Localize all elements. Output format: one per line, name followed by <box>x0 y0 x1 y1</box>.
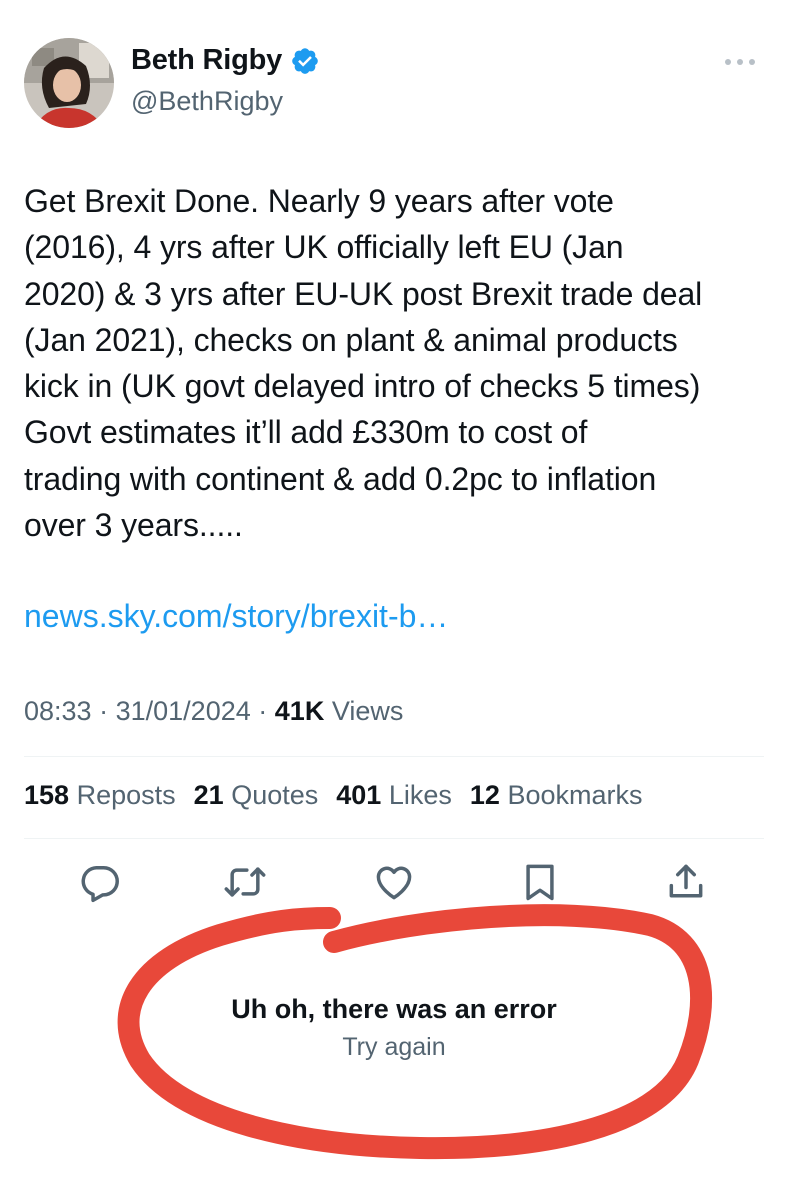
stat-label: Bookmarks <box>507 780 643 810</box>
share-icon[interactable] <box>664 860 708 904</box>
views-count: 41K <box>274 696 325 726</box>
divider <box>24 756 764 757</box>
avatar-image <box>24 38 114 128</box>
stat-count: 401 <box>336 780 382 810</box>
stat-label: Reposts <box>76 780 176 810</box>
divider <box>24 838 764 839</box>
author-handle[interactable]: @BethRigby <box>131 86 283 117</box>
more-options-icon[interactable] <box>718 50 762 74</box>
stat-likes[interactable]: 401 Likes <box>336 780 452 811</box>
tweet-detail-page: Beth Rigby @BethRigby Get Brexit Done. N… <box>0 0 788 1200</box>
stat-count: 21 <box>193 780 224 810</box>
stat-quotes[interactable]: 21 Quotes <box>194 780 319 811</box>
engagement-stats: 158 Reposts 21 Quotes 401 Likes 12 Bookm… <box>24 780 642 811</box>
like-icon[interactable] <box>372 860 416 904</box>
try-again-button[interactable]: Try again <box>0 1033 788 1062</box>
views-label: Views <box>331 696 404 726</box>
stat-bookmarks[interactable]: 12 Bookmarks <box>470 780 643 811</box>
avatar[interactable] <box>24 38 114 128</box>
author-name-text: Beth Rigby <box>131 44 283 76</box>
repost-icon[interactable] <box>223 860 267 904</box>
reply-icon[interactable] <box>78 860 122 904</box>
meta-separator: · <box>258 696 268 726</box>
verified-badge-icon <box>292 47 318 74</box>
tweet-date[interactable]: 31/01/2024 <box>116 696 251 726</box>
stat-count: 158 <box>24 780 70 810</box>
error-message: Uh oh, there was an error <box>231 994 557 1024</box>
author-name[interactable]: Beth Rigby <box>131 44 320 77</box>
stat-label: Likes <box>388 780 452 810</box>
meta-separator: · <box>99 696 109 726</box>
tweet-link[interactable]: news.sky.com/story/brexit-b… <box>24 598 448 635</box>
tweet-time[interactable]: 08:33 <box>24 696 92 726</box>
tweet-meta: 08:33 · 31/01/2024 · 41K Views <box>24 696 403 727</box>
tweet-text: Get Brexit Done. Nearly 9 years after vo… <box>24 183 703 544</box>
stat-count: 12 <box>469 780 500 810</box>
stat-reposts[interactable]: 158 Reposts <box>24 780 176 811</box>
bookmark-icon[interactable] <box>518 860 562 904</box>
stat-label: Quotes <box>231 780 319 810</box>
